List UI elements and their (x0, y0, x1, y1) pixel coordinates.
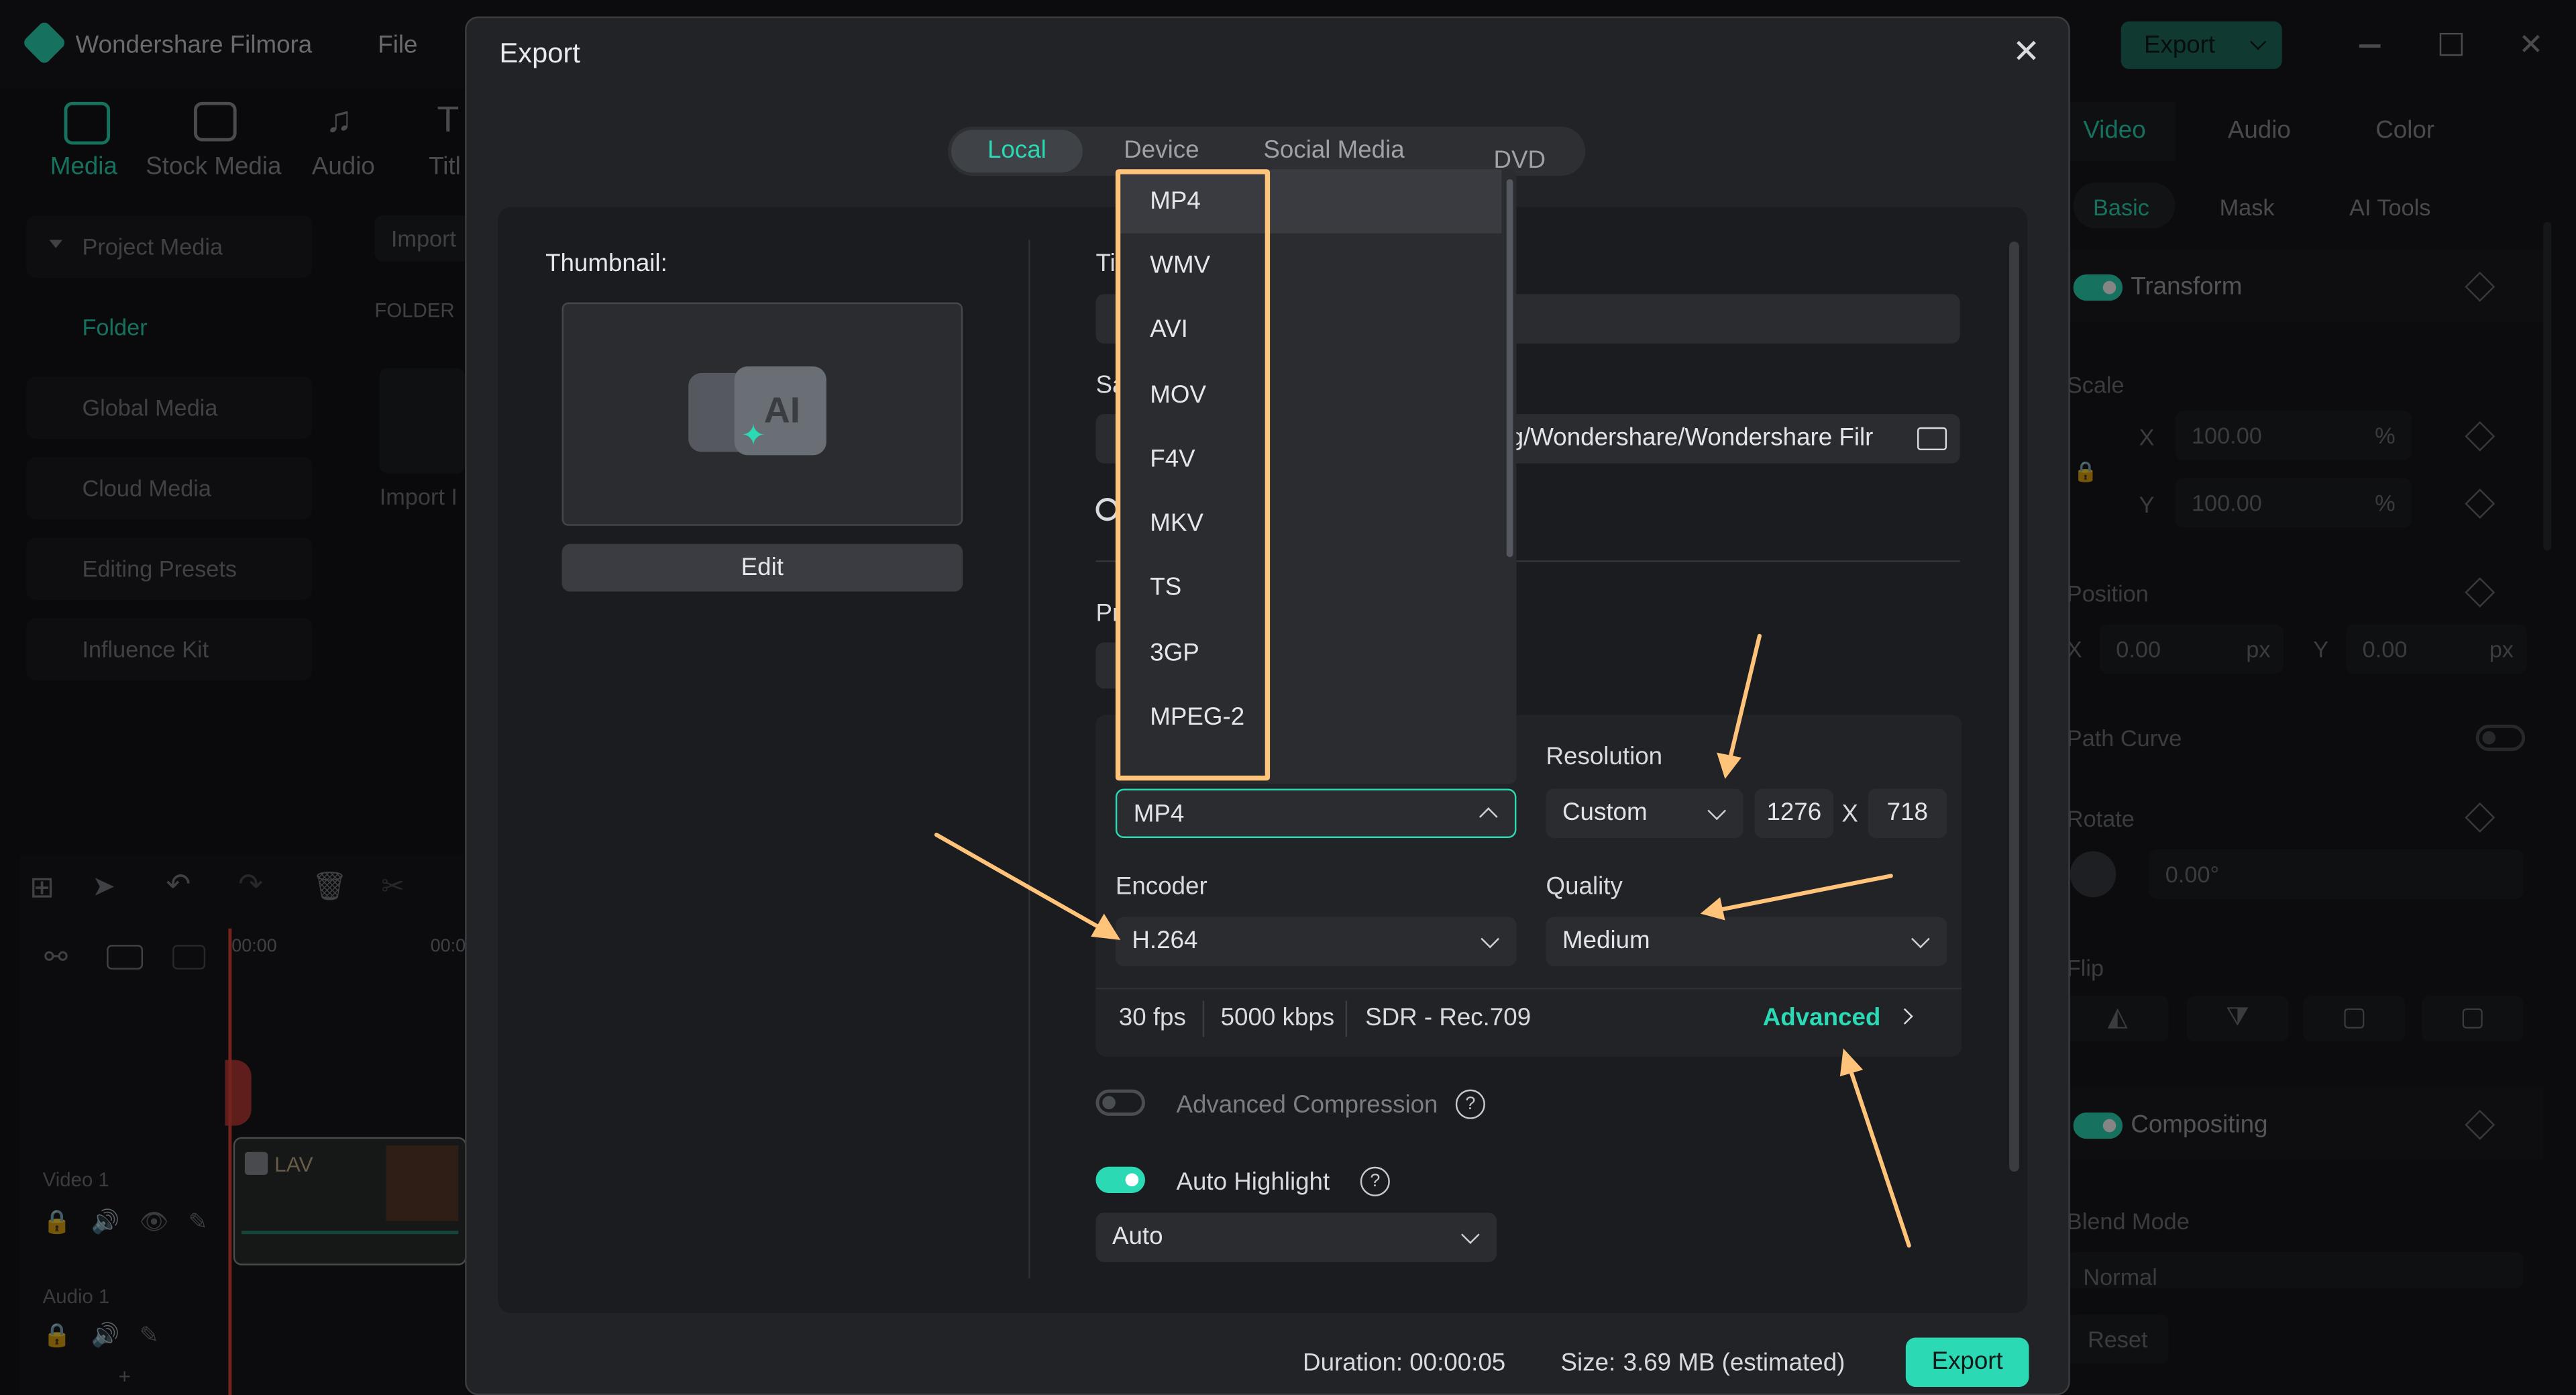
annotation-arrows (934, 633, 1911, 1248)
arrow-advanced (1847, 1066, 1911, 1248)
arrow-encoder (934, 833, 1106, 933)
arrow-head (1717, 752, 1741, 779)
app-window: Wondershare Filmora File Export ✕ Media … (0, 0, 2576, 1395)
arrow-resolution (1727, 633, 1762, 762)
arrow-head (1700, 897, 1725, 921)
arrow-quality (1715, 874, 1893, 913)
arrow-head (1839, 1048, 1864, 1077)
